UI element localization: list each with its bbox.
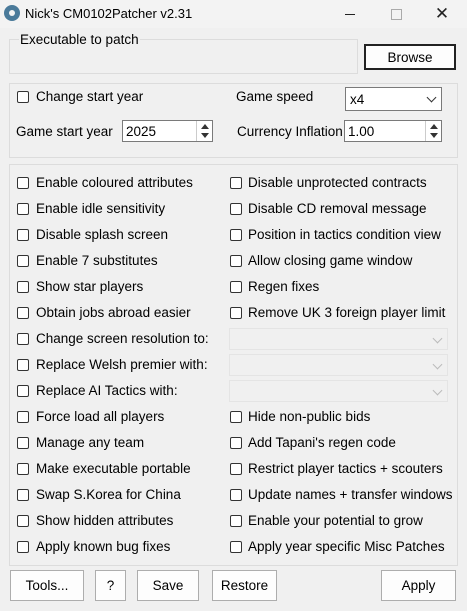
replacement-select[interactable] — [229, 328, 448, 350]
enable-idle-sensitivity-label: Enable idle sensitivity — [36, 201, 166, 216]
show-star-players-label: Show star players — [36, 279, 144, 294]
enable-coloured-attributes-checkbox[interactable] — [17, 177, 29, 189]
minimize-icon — [345, 13, 355, 15]
obtain-jobs-abroad-easier-label: Obtain jobs abroad easier — [36, 305, 191, 320]
inflation-spin-arrows[interactable] — [425, 121, 441, 141]
game-start-year-input[interactable]: 2025 — [122, 120, 213, 142]
disable-unprotected-contracts-checkbox[interactable] — [230, 177, 242, 189]
save-button[interactable]: Save — [137, 570, 199, 601]
obtain-jobs-abroad-easier-checkbox[interactable] — [17, 307, 29, 319]
manage-any-team-label: Manage any team — [36, 435, 145, 450]
enable-your-potential-to-grow-checkbox[interactable] — [230, 515, 242, 527]
update-names-transfer-windows-label: Update names + transfer windows — [248, 487, 453, 502]
chevron-down-icon — [432, 333, 443, 344]
remove-uk-3-foreign-player-limit-label: Remove UK 3 foreign player limit — [248, 305, 446, 320]
allow-closing-game-window-checkbox[interactable] — [230, 255, 242, 267]
change-screen-resolution-to-label: Change screen resolution to: — [36, 331, 209, 346]
enable-coloured-attributes-label: Enable coloured attributes — [36, 175, 193, 190]
restrict-player-tactics-scouters-label: Restrict player tactics + scouters — [248, 461, 443, 476]
add-tapani-s-regen-code-label: Add Tapani's regen code — [248, 435, 396, 450]
window-title: Nick's CM0102Patcher v2.31 — [25, 6, 193, 21]
show-hidden-attributes-label: Show hidden attributes — [36, 513, 174, 528]
close-button[interactable]: ✕ — [419, 0, 465, 28]
disable-cd-removal-message-checkbox[interactable] — [230, 203, 242, 215]
regen-fixes-checkbox[interactable] — [230, 281, 242, 293]
apply-button[interactable]: Apply — [381, 570, 456, 601]
change-start-year-checkbox[interactable] — [17, 91, 29, 103]
currency-inflation-label: Currency Inflation — [237, 124, 343, 139]
update-names-transfer-windows-checkbox[interactable] — [230, 489, 242, 501]
enable-7-substitutes-label: Enable 7 substitutes — [36, 253, 158, 268]
game-start-year-value: 2025 — [126, 124, 157, 139]
spin-down-icon — [201, 133, 209, 138]
replacement-select[interactable] — [229, 354, 448, 376]
chevron-down-icon — [432, 385, 443, 396]
spin-up-icon — [430, 124, 438, 129]
enable-idle-sensitivity-checkbox[interactable] — [17, 203, 29, 215]
position-in-tactics-condition-view-checkbox[interactable] — [230, 229, 242, 241]
game-start-year-label: Game start year — [16, 124, 113, 139]
close-icon: ✕ — [434, 4, 450, 23]
regen-fixes-label: Regen fixes — [248, 279, 320, 294]
disable-splash-screen-checkbox[interactable] — [17, 229, 29, 241]
restore-button[interactable]: Restore — [212, 570, 277, 601]
game-speed-select[interactable]: x4 — [345, 87, 442, 111]
currency-inflation-value: 1.00 — [348, 124, 375, 139]
remove-uk-3-foreign-player-limit-checkbox[interactable] — [230, 307, 242, 319]
change-screen-resolution-to-checkbox[interactable] — [17, 333, 29, 345]
spin-down-icon — [430, 133, 438, 138]
hide-non-public-bids-checkbox[interactable] — [230, 411, 242, 423]
tools-button[interactable]: Tools... — [10, 570, 84, 601]
show-hidden-attributes-checkbox[interactable] — [17, 515, 29, 527]
show-star-players-checkbox[interactable] — [17, 281, 29, 293]
currency-inflation-input[interactable]: 1.00 — [344, 120, 442, 142]
force-load-all-players-checkbox[interactable] — [17, 411, 29, 423]
app-gear-icon — [4, 5, 20, 21]
browse-button[interactable]: Browse — [364, 44, 456, 70]
disable-splash-screen-label: Disable splash screen — [36, 227, 169, 242]
title-bar: Nick's CM0102Patcher v2.31 ✕ — [0, 0, 467, 28]
chevron-down-icon — [432, 359, 443, 370]
apply-known-bug-fixes-checkbox[interactable] — [17, 541, 29, 553]
force-load-all-players-label: Force load all players — [36, 409, 165, 424]
replace-ai-tactics-with-label: Replace AI Tactics with: — [36, 383, 178, 398]
spin-up-icon — [201, 124, 209, 129]
executable-group-label: Executable to patch — [19, 32, 140, 47]
apply-year-specific-misc-patches-checkbox[interactable] — [230, 541, 242, 553]
maximize-icon — [390, 8, 402, 20]
disable-unprotected-contracts-label: Disable unprotected contracts — [248, 175, 427, 190]
chevron-down-icon — [426, 92, 437, 103]
replace-welsh-premier-with-label: Replace Welsh premier with: — [36, 357, 208, 372]
disable-cd-removal-message-label: Disable CD removal message — [248, 201, 427, 216]
make-executable-portable-label: Make executable portable — [36, 461, 191, 476]
apply-year-specific-misc-patches-label: Apply year specific Misc Patches — [248, 539, 445, 554]
enable-7-substitutes-checkbox[interactable] — [17, 255, 29, 267]
swap-s-korea-for-china-label: Swap S.Korea for China — [36, 487, 181, 502]
enable-your-potential-to-grow-label: Enable your potential to grow — [248, 513, 423, 528]
apply-known-bug-fixes-label: Apply known bug fixes — [36, 539, 171, 554]
manage-any-team-checkbox[interactable] — [17, 437, 29, 449]
hide-non-public-bids-label: Hide non-public bids — [248, 409, 371, 424]
replace-welsh-premier-with-checkbox[interactable] — [17, 359, 29, 371]
game-speed-label: Game speed — [236, 89, 314, 104]
help-button[interactable]: ? — [95, 570, 126, 601]
replacement-select[interactable] — [229, 380, 448, 402]
maximize-button[interactable] — [373, 0, 419, 28]
minimize-button[interactable] — [327, 0, 373, 28]
replace-ai-tactics-with-checkbox[interactable] — [17, 385, 29, 397]
allow-closing-game-window-label: Allow closing game window — [248, 253, 413, 268]
restrict-player-tactics-scouters-checkbox[interactable] — [230, 463, 242, 475]
position-in-tactics-condition-view-label: Position in tactics condition view — [248, 227, 441, 242]
make-executable-portable-checkbox[interactable] — [17, 463, 29, 475]
game-speed-value: x4 — [350, 92, 365, 107]
swap-s-korea-for-china-checkbox[interactable] — [17, 489, 29, 501]
year-spin-arrows[interactable] — [196, 121, 212, 141]
add-tapani-s-regen-code-checkbox[interactable] — [230, 437, 242, 449]
change-start-year-label: Change start year — [36, 89, 144, 104]
